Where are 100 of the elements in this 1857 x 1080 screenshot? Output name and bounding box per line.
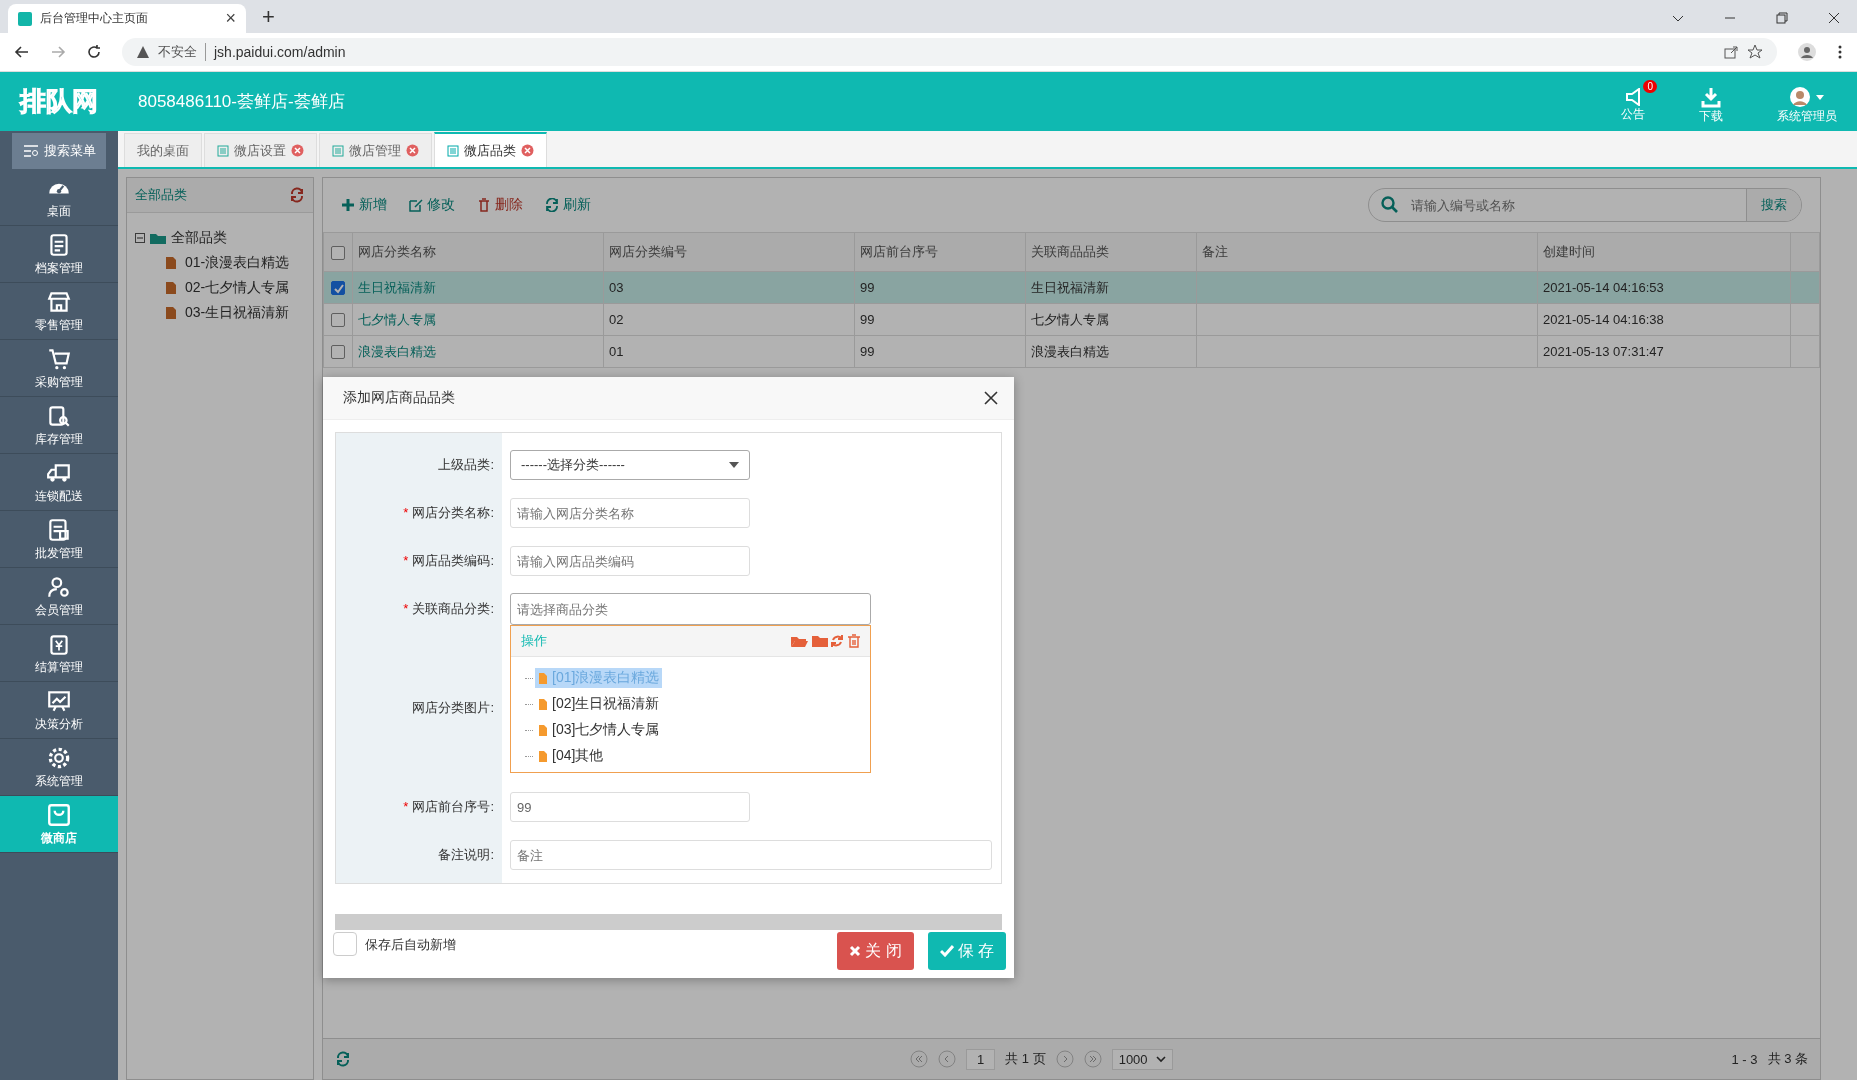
auto-add-checkbox[interactable] [333,932,357,956]
row-checkbox[interactable] [331,313,345,328]
collapse-icon[interactable] [135,232,145,243]
warning-icon [136,45,150,59]
forward-icon[interactable] [50,44,66,60]
column-header[interactable]: 创建时间 [1537,232,1791,272]
column-header[interactable]: 关联商品品类 [1025,232,1197,272]
tree-node[interactable]: 02-七夕情人专属 [185,278,290,297]
file-icon [538,749,548,763]
file-icon [538,671,548,685]
search-button[interactable]: 搜索 [1746,189,1801,221]
page-tab[interactable]: 微店管理 [319,133,432,167]
browser-tab[interactable]: 后台管理中心主页面 × [8,4,246,33]
shopping-bag-icon [46,801,72,828]
checkbox-label: 保存后自动新增 [365,936,456,954]
search-field[interactable]: 请输入编号或名称 搜索 [1368,188,1802,222]
list-icon [332,144,344,157]
dialog-title: 添加网店商品品类 [343,389,455,407]
select-all-checkbox[interactable] [331,245,345,260]
page-tab[interactable]: 我的桌面 [124,133,202,167]
column-header[interactable]: 备注 [1196,232,1538,272]
close-icon[interactable] [1827,11,1841,25]
input-field[interactable]: 99 [510,792,750,822]
close-tab-icon[interactable] [521,144,534,157]
required-mark: * [403,553,409,568]
tree-node[interactable]: 全部品类 [171,228,227,247]
first-page-icon[interactable] [909,1050,928,1068]
caret-icon [1155,1055,1166,1063]
close-tab-button[interactable]: × [225,8,236,29]
field-label: 关联商品分类: [412,601,494,616]
table-cell: 2021-05-13 07:31:47 [1543,344,1664,359]
close-tab-icon[interactable] [291,144,304,157]
column-header[interactable]: 网店分类名称 [352,232,604,272]
refresh-button[interactable]: 刷新 [545,196,591,214]
page-size-select[interactable]: 1000 [1111,1048,1173,1070]
required-mark: * [403,601,409,616]
back-icon[interactable] [14,44,30,60]
last-page-icon[interactable] [1083,1050,1102,1068]
table-cell: 03 [609,280,624,295]
edit-button[interactable]: 修改 [409,196,455,214]
add-button[interactable]: 新增 [341,196,387,214]
share-icon[interactable] [1723,44,1739,60]
table-cell: 02 [609,312,624,327]
category-link[interactable]: 七夕情人专属 [358,311,436,327]
file-icon [165,305,177,320]
url-text: jsh.paidui.com/admin [214,44,346,60]
close-tab-icon[interactable] [406,144,419,157]
table-cell: 01 [609,344,624,359]
page-tab[interactable]: 微店品类 [434,132,547,167]
category-select[interactable]: ------选择分类------ [510,450,750,480]
page-number-field[interactable]: 1 [965,1048,996,1070]
star-icon[interactable] [1747,44,1763,60]
notice-button[interactable]: 0 公告 [1609,80,1657,123]
file-icon [538,697,548,711]
tree-node[interactable]: 03-生日祝福清新 [185,303,290,322]
field-label: 上级品类: [438,457,494,472]
new-tab-button[interactable]: + [262,4,275,30]
field-label: 备注说明: [438,847,494,862]
file-icon [165,280,177,295]
refresh-icon[interactable] [335,1051,351,1067]
more-icon[interactable] [1837,44,1843,60]
search-icon [1381,196,1399,214]
tree-option[interactable]: [02]生日祝福清新 [535,694,663,714]
file-icon [538,723,548,737]
required-mark: * [403,799,409,814]
tree-actions-drawing[interactable] [790,633,862,649]
security-warning: 不安全 [158,43,206,61]
row-checkbox[interactable] [331,281,345,296]
table-cell: 生日祝福清新 [1031,279,1109,295]
tree-panel-title: 全部品类 [135,186,188,204]
required-mark: * [403,505,409,520]
row-checkbox[interactable] [331,345,345,360]
tree-option[interactable]: [04]其他 [535,746,607,766]
search-menu-button[interactable]: 搜索菜单 [12,133,106,169]
tree-node[interactable]: 01-浪漫表白精选 [185,253,290,272]
reload-icon[interactable] [86,44,102,60]
file-icon [165,255,177,270]
table-cell: 七夕情人专属 [1031,311,1109,327]
close-icon[interactable] [984,391,998,405]
close-button[interactable]: 关 闭 [837,932,914,970]
column-header[interactable]: 网店分类编号 [603,232,855,272]
field-label: 网店分类名称: [412,505,494,520]
table-cell: 99 [860,344,875,359]
category-link[interactable]: 浪漫表白精选 [358,343,436,359]
input-field[interactable]: 请选择商品分类 [510,593,871,625]
profile-icon[interactable] [1797,42,1817,62]
close-icon [849,945,862,957]
list-icon [447,144,459,157]
trash-icon [477,198,491,212]
column-header[interactable]: 网店前台序号 [854,232,1026,272]
delete-button[interactable]: 删除 [477,196,523,214]
address-bar[interactable]: 不安全 jsh.paidui.com/admin [122,38,1777,66]
page-tab[interactable]: 微店设置 [204,133,317,167]
refresh-icon[interactable] [289,187,305,203]
plus-icon [341,198,355,212]
table-cell: 99 [860,312,875,327]
tree-option[interactable]: [03]七夕情人专属 [535,720,663,740]
restore-icon[interactable] [1775,11,1789,25]
page-count: 共 1 页 [1005,1050,1046,1068]
download-icon [1700,86,1722,108]
